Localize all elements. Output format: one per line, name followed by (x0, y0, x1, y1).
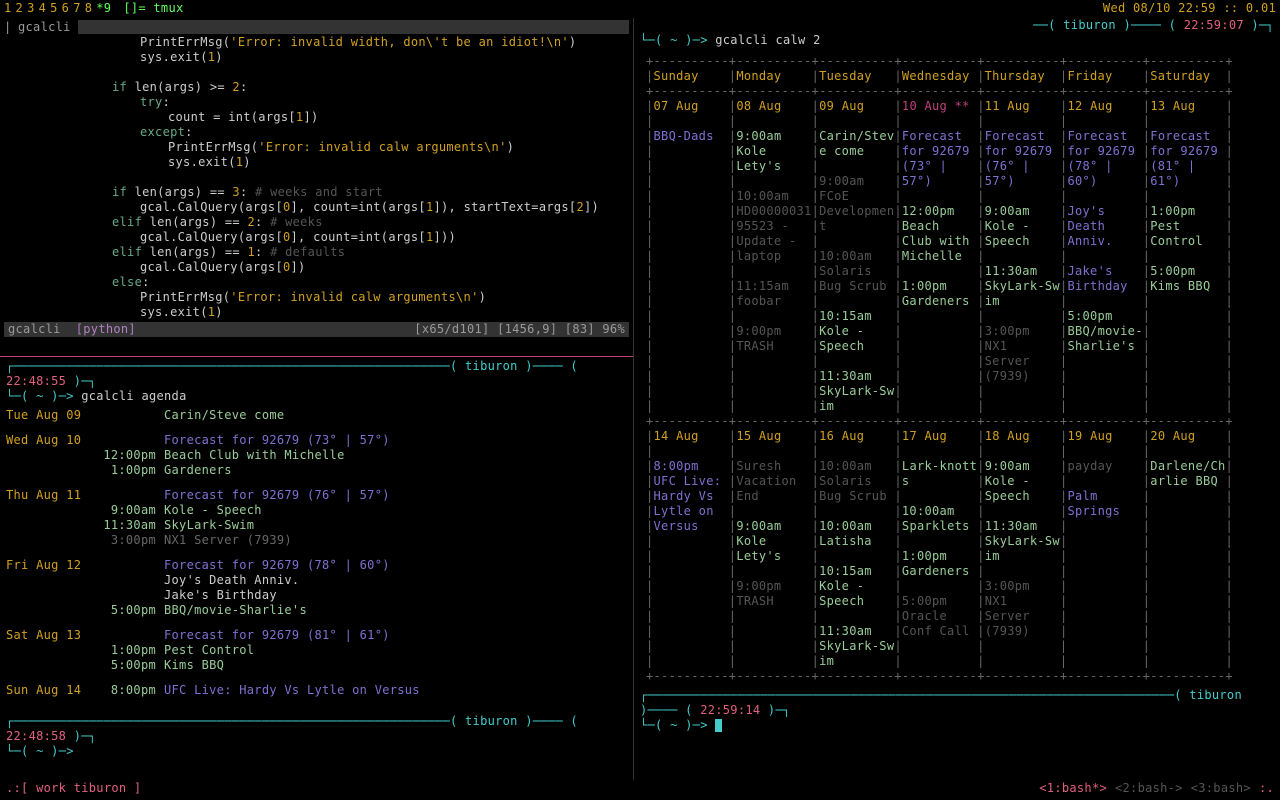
cal-row: |Versus |9:00am |10:00am |Sparklets |11:… (640, 519, 1274, 534)
cal-row: | |Lety's | |1:00pm |im | | | (640, 549, 1274, 564)
agenda-row: 5:00pmBBQ/movie-Sharlie's (6, 603, 627, 618)
cal-row: |Hardy Vs |End |Bug Scrub | |Speech |Pal… (640, 489, 1274, 504)
code-line: PrintErrMsg('Error: invalid calw argumen… (4, 140, 629, 155)
code-line: elif len(args) == 1: # defaults (4, 245, 629, 260)
cal-row: | |95523 - |t |Beach |Kole - |Death |Pes… (640, 219, 1274, 234)
code-line: else: (4, 275, 629, 290)
code-line: gcal.CalQuery(args[0], count=int(args[1]… (4, 230, 629, 245)
code-line: PrintErrMsg('Error: invalid calw argumen… (4, 290, 629, 305)
agenda-row: Joy's Death Anniv. (6, 573, 627, 588)
agenda-row: 3:00pmNX1 Server (7939) (6, 533, 627, 548)
agenda-row: 5:00pmKims BBQ (6, 658, 627, 673)
tmux-tab-9[interactable]: *9 (96, 1, 111, 15)
agenda-row: 1:00pmGardeners (6, 463, 627, 478)
code-line: sys.exit(1) (4, 50, 629, 65)
tmux-tab-3[interactable]: 3 (27, 1, 35, 15)
cal-row: |14 Aug |15 Aug |16 Aug |17 Aug |18 Aug … (640, 429, 1274, 444)
editor-pane[interactable]: | gcalcli PrintErrMsg('Error: invalid wi… (0, 18, 633, 356)
file-tab-bar (78, 20, 629, 34)
cal-row: | |Kole |Latisha | |SkyLark-Sw| | | (640, 534, 1274, 549)
cal-row: | |foobar | |Gardeners |im | | | (640, 294, 1274, 309)
tmux-bottombar: .:[ work tiburon ] <1:bash*><2:bash-><3:… (0, 780, 1280, 798)
cal-row: | | | |Oracle |Server | | | (640, 609, 1274, 624)
code-line (4, 65, 629, 80)
agenda-pane[interactable]: ┌───────────────────────────────────────… (0, 357, 633, 761)
cal-row: | | |10:15am |Gardeners | | | | (640, 564, 1274, 579)
cal-row: | | |9:00am |57°) |57°) |60°) |61°) | (640, 174, 1274, 189)
cal-row: | |TRASH |Speech | |NX1 |Sharlie's | | (640, 339, 1274, 354)
cal-row: |Lytle on | | |10:00am | |Springs | | (640, 504, 1274, 519)
code-line: sys.exit(1) (4, 305, 629, 320)
cal-row: | | |11:30am |Conf Call |(7939) | | | (640, 624, 1274, 639)
code-line: sys.exit(1) (4, 155, 629, 170)
editor-statusline: gcalcli [python] [x65/d101] [1456,9] [83… (4, 322, 629, 337)
code-line: try: (4, 95, 629, 110)
cal-row: | | | | | | | | (640, 444, 1274, 459)
cal-row: | |TRASH |Speech |5:00pm |NX1 | | | (640, 594, 1274, 609)
agenda-row: Sun Aug 148:00pmUFC Live: Hardy Vs Lytle… (6, 683, 627, 698)
agenda-row: 1:00pmPest Control (6, 643, 627, 658)
tmux-tab-8[interactable]: 8 (85, 1, 93, 15)
cal-row: | |HD00000031|Developmen|12:00pm |9:00am… (640, 204, 1274, 219)
agenda-row: Thu Aug 11Forecast for 92679 (76° | 57°) (6, 488, 627, 503)
cal-row: | |11:15am |Bug Scrub |1:00pm |SkyLark-S… (640, 279, 1274, 294)
tmux-tab-5[interactable]: 5 (50, 1, 58, 15)
code-line: except: (4, 125, 629, 140)
code-line: if len(args) == 3: # weeks and start (4, 185, 629, 200)
agenda-cmd: gcalcli agenda (81, 389, 186, 403)
tmux-tab-6[interactable]: 6 (62, 1, 70, 15)
code-line: gcal.CalQuery(args[0]) (4, 260, 629, 275)
cal-row: |BBQ-Dads |9:00am |Carin/Stev|Forecast |… (640, 129, 1274, 144)
cal-row: | |9:00pm |Kole - | |3:00pm | | | (640, 579, 1274, 594)
tmux-tab-4[interactable]: 4 (39, 1, 47, 15)
code-line: gcal.CalQuery(args[0], count=int(args[1]… (4, 200, 629, 215)
cursor-icon (715, 719, 722, 732)
code-line: if len(args) >= 2: (4, 80, 629, 95)
agenda-row: 9:00amKole - Speech (6, 503, 627, 518)
calw-cmd: gcalcli calw 2 (715, 33, 820, 47)
code-line: elif len(args) == 2: # weeks (4, 215, 629, 230)
cal-row: | | |im | | | | | (640, 654, 1274, 669)
calw-pane[interactable]: ──( tiburon )──── ( 22:59:07 )─┐ └─( ~ )… (634, 18, 1280, 735)
cal-row: | | | | | | | | (640, 114, 1274, 129)
code-line (4, 170, 629, 185)
cal-row: | | |11:30am | |(7939) | | | (640, 369, 1274, 384)
cal-row: | |Lety's | |(73° | |(76° | |(78° | |(81… (640, 159, 1274, 174)
agenda-row: 11:30amSkyLark-Swim (6, 518, 627, 533)
cal-row: | |10:00am |FCoE | | | | | (640, 189, 1274, 204)
tmux-tab-7[interactable]: 7 (73, 1, 81, 15)
cal-row: |UFC Live: |Vacation |Solaris |s |Kole -… (640, 474, 1274, 489)
tmux-window-0[interactable]: <1:bash*> (1039, 781, 1107, 795)
cal-row: | |laptop |10:00am |Michelle | | | | (640, 249, 1274, 264)
fold-icon: | (4, 20, 18, 35)
cal-row: | |Update - | |Club with |Speech |Anniv.… (640, 234, 1274, 249)
tmux-tab-1[interactable]: 1 (4, 1, 12, 15)
tmux-window-2[interactable]: <3:bash> (1191, 781, 1251, 795)
editor-filename: gcalcli (18, 20, 78, 35)
cal-row: | | |10:15am | | |5:00pm | | (640, 309, 1274, 324)
cal-row: | | |SkyLark-Sw| | | | | (640, 384, 1274, 399)
agenda-row: Sat Aug 13Forecast for 92679 (81° | 61°) (6, 628, 627, 643)
code-line: PrintErrMsg('Error: invalid width, don\'… (4, 35, 629, 50)
agenda-row: Wed Aug 10Forecast for 92679 (73° | 57°) (6, 433, 627, 448)
cal-row: |Sunday |Monday |Tuesday |Wednesday |Thu… (640, 69, 1274, 84)
tmux-tab-2[interactable]: 2 (16, 1, 24, 15)
tmux-tab-list: 12345678*9[]= tmux (4, 1, 188, 16)
cal-row: |07 Aug |08 Aug |09 Aug |10 Aug ** |11 A… (640, 99, 1274, 114)
agenda-row: Jake's Birthday (6, 588, 627, 603)
tmux-clock: Wed 08/10 22:59 :: 0.01 (1103, 1, 1276, 16)
cal-row: | |9:00pm |Kole - | |3:00pm |BBQ/movie-|… (640, 324, 1274, 339)
cal-row: | | | | |Server | | | (640, 354, 1274, 369)
cal-row: |8:00pm |Suresh |10:00am |Lark-knott|9:0… (640, 459, 1274, 474)
cal-row: | | |im | | | | | (640, 399, 1274, 414)
cal-row: | | |Solaris | |11:30am |Jake's |5:00pm … (640, 264, 1274, 279)
tmux-topbar: 12345678*9[]= tmux Wed 08/10 22:59 :: 0.… (0, 0, 1280, 18)
agenda-row: Tue Aug 09Carin/Steve come (6, 408, 627, 423)
cal-row: | | |SkyLark-Sw| | | | | (640, 639, 1274, 654)
code-line: count = int(args[1]) (4, 110, 629, 125)
tmux-window-1[interactable]: <2:bash-> (1115, 781, 1183, 795)
cal-row: | |Kole |e come |for 92679 |for 92679 |f… (640, 144, 1274, 159)
agenda-row: Fri Aug 12Forecast for 92679 (78° | 60°) (6, 558, 627, 573)
agenda-row: 12:00pmBeach Club with Michelle (6, 448, 627, 463)
